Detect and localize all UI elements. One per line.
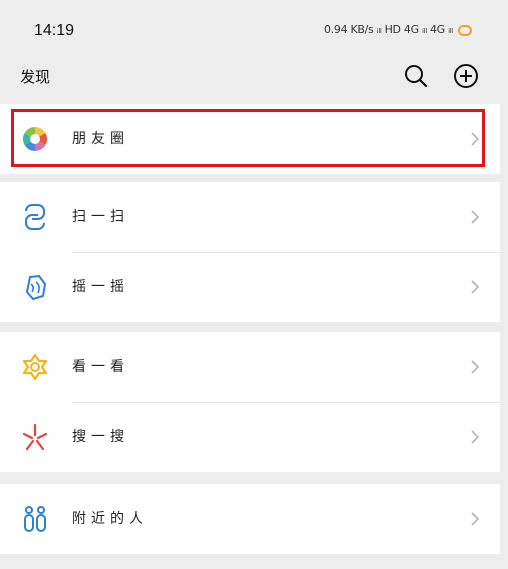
menu-item-people-nearby[interactable]: 附近的人	[0, 484, 500, 554]
top-nav-bar: 发现	[0, 58, 508, 100]
top-stories-icon	[22, 353, 48, 381]
chevron-right-icon	[471, 280, 480, 294]
status-bar: 14:19 0.94 KB/s ᵢₗₗ HD 4G ᵢₗₗ 4G ᵢₗₗ	[0, 0, 508, 58]
add-circle-icon[interactable]	[452, 62, 480, 90]
menu-item-shake[interactable]: 摇一摇	[0, 252, 500, 322]
battery-icon	[458, 24, 472, 36]
menu-item-scan[interactable]: 扫一扫	[0, 182, 500, 252]
shake-icon	[26, 275, 46, 300]
moments-aperture-icon	[22, 127, 48, 151]
menu-item-moments[interactable]: 朋友圈	[0, 104, 500, 174]
menu-item-top-stories[interactable]: 看一看	[0, 332, 500, 402]
menu-item-label: 附近的人	[72, 511, 148, 527]
chevron-right-icon	[471, 132, 480, 146]
menu-group-stories-search: 看一看 搜一搜	[0, 332, 500, 472]
menu-group-moments: 朋友圈	[0, 104, 500, 174]
chevron-right-icon	[471, 360, 480, 374]
menu-group-scan-shake: 扫一扫 摇一摇	[0, 182, 500, 322]
page-title: 发现	[20, 68, 51, 86]
scan-icon	[25, 204, 45, 230]
menu-item-label: 搜一搜	[72, 429, 129, 445]
network-status-text: 0.94 KB/s ᵢₗₗ HD 4G ᵢₗₗ 4G ᵢₗₗ	[323, 23, 453, 36]
menu-item-label: 朋友圈	[72, 131, 129, 147]
status-time: 14:19	[34, 22, 75, 39]
menu-item-label: 摇一摇	[72, 279, 129, 295]
menu-item-label: 扫一扫	[72, 209, 129, 225]
chevron-right-icon	[471, 512, 480, 526]
menu-item-search[interactable]: 搜一搜	[0, 402, 500, 472]
menu-item-label: 看一看	[72, 359, 129, 375]
status-indicators: 0.94 KB/s ᵢₗₗ HD 4G ᵢₗₗ 4G ᵢₗₗ	[324, 23, 472, 36]
chevron-right-icon	[471, 210, 480, 224]
search-star-icon	[22, 423, 48, 451]
chevron-right-icon	[471, 430, 480, 444]
menu-group-nearby: 附近的人	[0, 484, 500, 554]
search-icon[interactable]	[402, 62, 430, 90]
people-nearby-icon	[24, 506, 46, 532]
